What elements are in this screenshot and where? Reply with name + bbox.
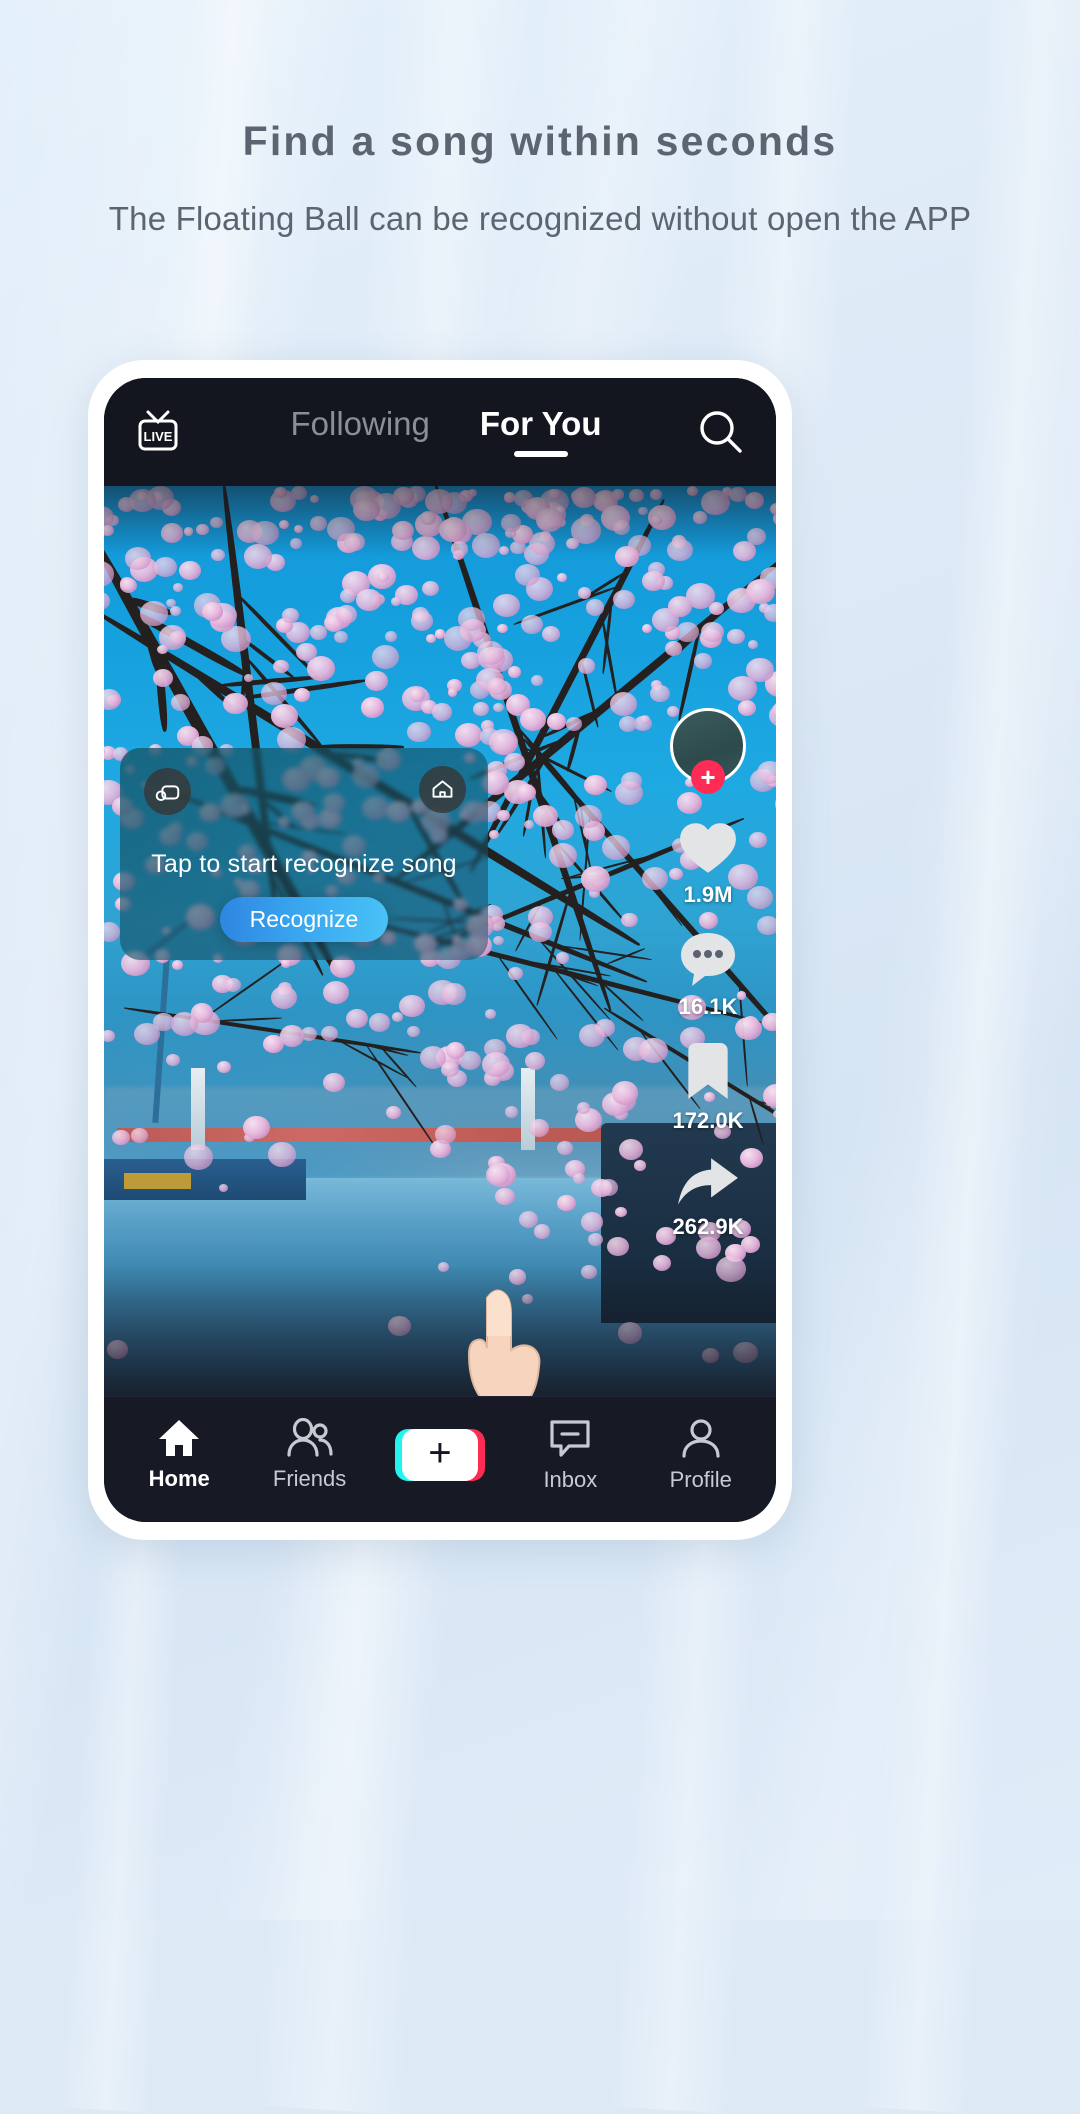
comment-count: 16.1K — [679, 994, 738, 1020]
bookmark-icon[interactable] — [681, 1042, 735, 1102]
follow-button-label: + — [700, 764, 715, 790]
tab-for-you[interactable]: For You — [480, 405, 602, 459]
background-band — [859, 0, 1080, 2113]
bookmark-action[interactable]: 172.0K — [673, 1042, 744, 1134]
comment-icon[interactable] — [678, 930, 738, 988]
comment-action[interactable]: 16.1K — [678, 930, 738, 1020]
song-recognize-card[interactable]: Tap to start recognize song Recognize — [120, 748, 488, 960]
tab-profile[interactable]: Profile — [643, 1417, 759, 1493]
phone-mockup: LIVE Following For You Tap to start reco… — [88, 360, 792, 1540]
home-icon — [157, 1418, 201, 1458]
video-top-scrim — [104, 486, 776, 556]
minimize-bubble-icon[interactable] — [144, 768, 191, 815]
like-count: 1.9M — [684, 882, 733, 908]
promo-heading-block: Find a song within seconds The Floating … — [0, 118, 1080, 241]
feed-tabs: Following For You — [186, 405, 692, 459]
tab-following-label: Following — [290, 405, 429, 442]
page-subtitle: The Floating Ball can be recognized with… — [0, 198, 1080, 241]
phone-screen: LIVE Following For You Tap to start reco… — [104, 378, 776, 1522]
bookmark-count: 172.0K — [673, 1108, 744, 1134]
share-count: 262.9K — [673, 1214, 744, 1240]
creator-avatar[interactable]: + — [670, 708, 746, 802]
heart-icon[interactable] — [677, 820, 739, 876]
live-icon[interactable]: LIVE — [130, 404, 186, 460]
recognize-button[interactable]: Recognize — [220, 897, 388, 942]
friends-icon — [286, 1418, 334, 1458]
tab-for-you-label: For You — [480, 405, 602, 442]
share-icon[interactable] — [676, 1156, 740, 1208]
plus-icon[interactable]: + — [402, 1429, 478, 1481]
page-title: Find a song within seconds — [0, 118, 1080, 165]
tab-friends[interactable]: Friends — [252, 1418, 368, 1492]
create-plus-label: + — [428, 1433, 451, 1473]
pointing-hand-cursor — [451, 1260, 559, 1410]
app-bottom-tabbar: Home Friends + Inbox Profile — [104, 1396, 776, 1522]
like-action[interactable]: 1.9M — [677, 820, 739, 908]
tab-inbox[interactable]: Inbox — [512, 1417, 628, 1493]
home-icon[interactable] — [419, 766, 466, 813]
profile-icon — [679, 1417, 723, 1459]
video-bottom-scrim — [104, 1266, 776, 1396]
tab-home-label: Home — [149, 1466, 210, 1492]
share-action[interactable]: 262.9K — [673, 1156, 744, 1240]
tab-friends-label: Friends — [273, 1466, 346, 1492]
follow-button[interactable]: + — [691, 760, 725, 794]
recognize-button-label: Recognize — [250, 906, 359, 933]
tab-profile-label: Profile — [670, 1467, 732, 1493]
create-button[interactable]: + — [382, 1429, 498, 1481]
tab-home[interactable]: Home — [121, 1418, 237, 1492]
svg-text:LIVE: LIVE — [144, 429, 173, 444]
inbox-icon — [548, 1417, 592, 1459]
app-top-nav: LIVE Following For You — [104, 378, 776, 486]
video-action-rail: + 1.9M 16.1K 172.0K 262.9K — [662, 708, 754, 1262]
search-icon[interactable] — [692, 403, 750, 461]
tab-inbox-label: Inbox — [543, 1467, 597, 1493]
tab-following[interactable]: Following — [290, 405, 429, 459]
active-tab-underline — [514, 451, 568, 457]
recognize-card-message: Tap to start recognize song — [120, 850, 488, 879]
